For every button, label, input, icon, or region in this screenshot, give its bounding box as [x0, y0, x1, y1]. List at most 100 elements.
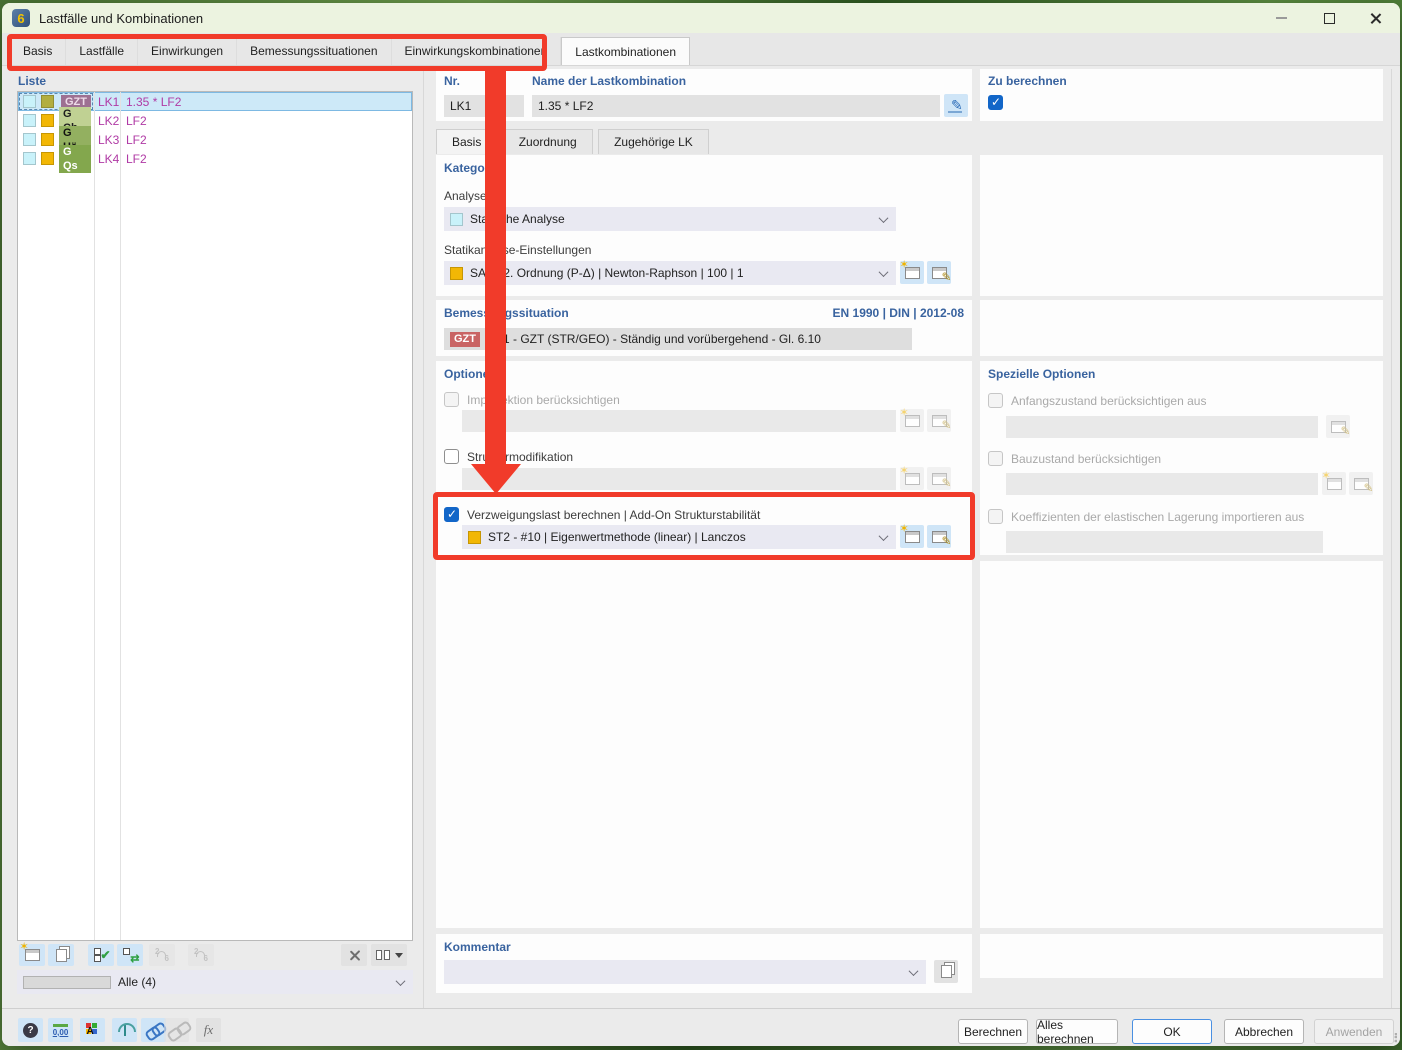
close-icon [1369, 12, 1382, 25]
bauzustand-checkbox [988, 451, 1003, 466]
link-button[interactable] [141, 1018, 166, 1042]
spezielle-header: Spezielle Optionen [988, 367, 1096, 381]
formula-button[interactable]: fx [196, 1018, 221, 1042]
list-item[interactable]: G Qs LK4 LF2 [18, 144, 412, 173]
to-calculate-checkbox[interactable] [988, 95, 1003, 110]
new-icon [20, 940, 40, 961]
empty-panel [980, 934, 1383, 978]
gzt-badge: GZT [450, 331, 480, 347]
delete-icon [348, 949, 361, 962]
copy-icon [55, 948, 67, 962]
statikanalyse-dropdown[interactable]: SA2 - 2. Ordnung (P-Δ) | Newton-Raphson … [444, 261, 896, 285]
panel-divider [423, 69, 424, 1008]
edit-strukturmodifikation-button [927, 467, 952, 490]
category-color-swatch [41, 95, 54, 108]
strukturmodifikation-label: Strukturmodifikation [467, 450, 574, 464]
abbrechen-button[interactable]: Abbrechen [1224, 1019, 1304, 1044]
delete-item-button[interactable] [341, 944, 367, 966]
check-all-button[interactable] [88, 944, 114, 966]
right-border-line [1391, 69, 1392, 1008]
analysis-color-swatch [23, 114, 36, 127]
new-statikanalyse-button[interactable] [900, 258, 924, 284]
ok-button[interactable]: OK [1132, 1019, 1212, 1044]
edit-icon [1330, 420, 1351, 438]
copy-kommentar-button[interactable] [934, 960, 958, 983]
display-settings-button[interactable]: A [80, 1018, 105, 1042]
invert-check-icon [122, 948, 140, 965]
list-filter-dropdown[interactable]: Alle (4) [17, 970, 413, 994]
anfangszustand-input [1006, 416, 1318, 438]
anwenden-button: Anwenden [1314, 1019, 1394, 1044]
new-stabilitaet-button[interactable] [900, 522, 924, 548]
alles-berechnen-button[interactable]: Alles berechnen [1036, 1018, 1118, 1046]
tab-lastfaelle[interactable]: Lastfälle [66, 37, 139, 65]
list-header: Liste [18, 74, 47, 88]
detail-tab-basis[interactable]: Basis [436, 129, 498, 154]
renumber-sequence-button [188, 944, 214, 966]
list-item-id: LK1 [98, 94, 120, 109]
list-item-id: LK3 [98, 132, 120, 147]
edit-statikanalyse-button[interactable] [927, 261, 952, 284]
strukturmodifikation-checkbox[interactable] [444, 449, 459, 464]
list-item-name: LF2 [126, 151, 147, 166]
check-all-icon [93, 948, 111, 962]
list-column-divider [120, 92, 121, 940]
maximize-icon [1323, 12, 1335, 24]
edit-icon [931, 472, 952, 490]
units-settings-button[interactable]: 0,00 [48, 1018, 73, 1042]
bauzustand-label: Bauzustand berücksichtigen [1011, 452, 1162, 466]
dialog-window: 6 Lastfälle und Kombinationen Basis Last… [2, 3, 1400, 1046]
stabilitaet-value: ST2 - #10 | Eigenwertmethode (linear) | … [488, 530, 746, 544]
statikanalyse-value: SA2 - 2. Ordnung (P-Δ) | Newton-Raphson … [470, 266, 744, 280]
berechnen-button[interactable]: Berechnen [958, 1019, 1028, 1044]
empty-panel [980, 155, 1383, 296]
nr-input[interactable]: LK1 [444, 95, 524, 117]
view-mode-button[interactable] [371, 944, 407, 966]
help-button[interactable]: ? [18, 1018, 43, 1042]
new-icon [900, 522, 920, 543]
tab-lastkombinationen[interactable]: Lastkombinationen [561, 37, 690, 65]
edit-icon [931, 414, 952, 432]
category-color-swatch [41, 114, 54, 127]
copy-item-button[interactable] [48, 944, 74, 966]
broken-link-icon [169, 1024, 185, 1036]
spezielle-optionen-panel: Spezielle Optionen Anfangszustand berück… [980, 361, 1383, 555]
detail-tab-zuordnung[interactable]: Zuordnung [502, 129, 593, 154]
optionen-header: Optionen [444, 367, 497, 381]
stabilitaet-dropdown[interactable]: ST2 - #10 | Eigenwertmethode (linear) | … [462, 525, 896, 549]
new-item-button[interactable] [19, 940, 45, 966]
chevron-down-icon [395, 976, 406, 987]
rename-button[interactable] [944, 94, 968, 117]
load-combination-list[interactable]: GZT LK1 1.35 * LF2 G Ch LK2 LF2 G Hä LK3… [17, 91, 413, 941]
edit-anfangszustand-button [1326, 415, 1351, 438]
kommentar-dropdown[interactable] [444, 960, 926, 984]
edit-stabilitaet-button[interactable] [927, 525, 952, 548]
edit-imperfektion-button [927, 409, 952, 432]
tab-einwirkungskombinationen[interactable]: Einwirkungskombinationen [392, 37, 562, 65]
chevron-down-icon [878, 267, 889, 278]
verzweigungslast-checkbox[interactable] [444, 507, 459, 522]
tab-basis[interactable]: Basis [10, 37, 67, 65]
bemessung-field[interactable]: GZT BS1 - GZT (STR/GEO) - Ständig und vo… [444, 328, 912, 350]
verzweigungslast-label: Verzweigungslast berechnen | Add-On Stru… [467, 508, 761, 522]
minimize-button[interactable] [1260, 3, 1302, 33]
tab-einwirkungen[interactable]: Einwirkungen [138, 37, 238, 65]
analysetyp-dropdown[interactable]: Statische Analyse [444, 207, 896, 231]
koeffizienten-checkbox [988, 509, 1003, 524]
new-icon [900, 406, 920, 427]
list-item-name: LF2 [126, 113, 147, 128]
link-icon [146, 1024, 162, 1036]
name-input[interactable]: 1.35 * LF2 [532, 95, 940, 117]
maximize-button[interactable] [1308, 3, 1350, 33]
tab-bemessungssituationen[interactable]: Bemessungssituationen [237, 37, 392, 65]
analysis-color-swatch [23, 95, 36, 108]
renumber-button [149, 944, 175, 966]
close-button[interactable] [1354, 3, 1396, 33]
plant-icon [117, 1022, 136, 1038]
detail-tab-zugehoerige-lk[interactable]: Zugehörige LK [598, 129, 709, 154]
stabilitaet-color-swatch [468, 530, 481, 544]
analysetyp-value: Statische Analyse [470, 212, 565, 226]
koeffizienten-input [1006, 531, 1323, 553]
invert-check-button[interactable] [117, 944, 143, 966]
tree-view-button[interactable] [112, 1018, 137, 1042]
